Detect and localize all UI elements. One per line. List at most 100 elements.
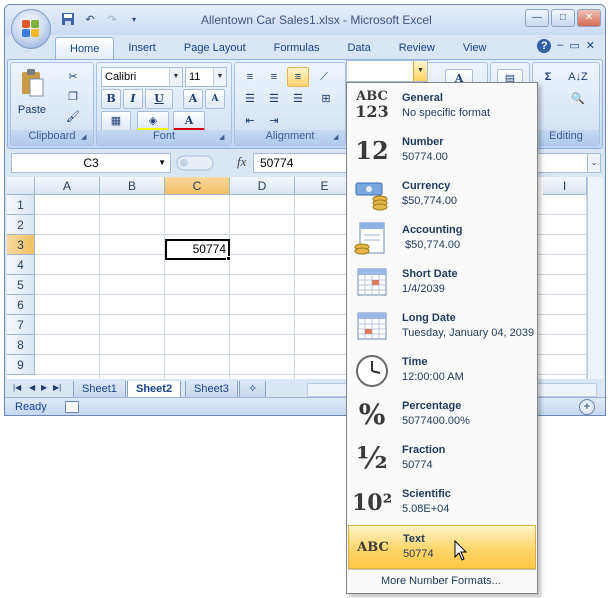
tab-page-layout[interactable]: Page Layout xyxy=(170,37,260,59)
increase-indent-icon[interactable]: ⇥ xyxy=(263,111,285,131)
gridline xyxy=(164,195,165,379)
vertical-scrollbar[interactable] xyxy=(587,177,603,379)
find-select-icon[interactable]: 🔍 xyxy=(563,89,593,109)
align-top-icon[interactable]: ≡ xyxy=(239,67,261,87)
name-box[interactable]: C3 ▼ xyxy=(11,153,171,173)
prev-sheet-icon[interactable]: ◀ xyxy=(29,383,35,392)
select-all-button[interactable] xyxy=(7,177,35,195)
tab-review[interactable]: Review xyxy=(385,37,449,59)
chevron-down-icon[interactable]: ▼ xyxy=(169,68,182,86)
insert-function-icon[interactable]: fx xyxy=(237,154,246,170)
macro-recording-icon[interactable] xyxy=(65,401,79,413)
paste-button[interactable]: Paste xyxy=(15,65,49,123)
tab-data[interactable]: Data xyxy=(333,37,384,59)
column-header-i[interactable]: I xyxy=(543,177,587,195)
redo-icon[interactable]: ↷ xyxy=(103,12,121,28)
insert-sheet-icon[interactable]: ✧ xyxy=(239,381,267,398)
tab-formulas[interactable]: Formulas xyxy=(260,37,334,59)
last-sheet-icon[interactable]: ▶| xyxy=(53,383,61,392)
row-header-8[interactable]: 8 xyxy=(7,335,35,355)
alignment-launcher-icon[interactable]: ◢ xyxy=(333,133,343,143)
align-center-icon[interactable]: ☰ xyxy=(263,89,285,109)
align-bottom-icon[interactable]: ≡ xyxy=(287,67,309,87)
autosum-icon[interactable]: Σ xyxy=(537,67,559,87)
merge-center-icon[interactable]: ⊞ xyxy=(313,89,339,109)
active-cell-c3[interactable]: 50774 xyxy=(165,239,230,260)
column-header-d[interactable]: D xyxy=(230,177,295,195)
office-logo-icon xyxy=(22,20,40,38)
maximize-button[interactable]: □ xyxy=(551,9,575,27)
office-button[interactable] xyxy=(11,9,51,49)
sheet-tab-sheet2[interactable]: Sheet2 xyxy=(127,381,182,398)
format-item-currency[interactable]: Currency $50,774.00 xyxy=(348,173,536,217)
cut-icon[interactable]: ✂ xyxy=(61,67,85,87)
sort-filter-icon[interactable]: A↓Z xyxy=(563,67,593,87)
customize-qat-icon[interactable]: ▾ xyxy=(125,12,143,28)
column-header-a[interactable]: A xyxy=(35,177,100,195)
format-item-number[interactable]: 12 Number 50774.00 xyxy=(348,129,536,173)
fill-color-icon[interactable]: ◈ xyxy=(137,111,169,131)
fill-handle[interactable] xyxy=(226,256,231,261)
row-header-7[interactable]: 7 xyxy=(7,315,35,335)
format-item-time[interactable]: Time 12:00:00 AM xyxy=(348,349,536,393)
row-header-2[interactable]: 2 xyxy=(7,215,35,235)
font-launcher-icon[interactable]: ◢ xyxy=(219,133,229,143)
grow-font-button[interactable]: A xyxy=(183,89,203,109)
more-number-formats-link[interactable]: More Number Formats... xyxy=(381,575,501,587)
format-item-fraction[interactable]: ½ Fraction 50774 xyxy=(348,437,536,481)
tab-insert[interactable]: Insert xyxy=(114,37,170,59)
decrease-indent-icon[interactable]: ⇤ xyxy=(239,111,261,131)
font-name-combo[interactable]: Calibri ▼ xyxy=(101,67,183,87)
workbook-close-button[interactable]: ✕ xyxy=(586,39,595,53)
tab-view[interactable]: View xyxy=(449,37,501,59)
format-item-scientific[interactable]: 10² Scientific 5.08E+04 xyxy=(348,481,536,525)
bold-button[interactable]: B xyxy=(101,89,121,109)
tab-home[interactable]: Home xyxy=(55,37,115,59)
sheet-tab-sheet3[interactable]: Sheet3 xyxy=(185,381,238,398)
expand-formula-bar-icon[interactable]: ⌄ xyxy=(587,153,601,173)
row-header-5[interactable]: 5 xyxy=(7,275,35,295)
row-header-6[interactable]: 6 xyxy=(7,295,35,315)
formula-divider-icon[interactable] xyxy=(175,153,215,173)
next-sheet-icon[interactable]: ▶ xyxy=(41,383,47,392)
format-item-percentage[interactable]: % Percentage 5077400.00% xyxy=(348,393,536,437)
zoom-in-icon[interactable]: + xyxy=(579,399,595,415)
format-item-text[interactable]: ABC Text 50774 xyxy=(348,525,536,569)
close-button[interactable]: ✕ xyxy=(577,9,601,27)
workbook-minimize-button[interactable]: – xyxy=(557,39,563,53)
clipboard-launcher-icon[interactable]: ◢ xyxy=(81,133,91,143)
sheet-tab-sheet1[interactable]: Sheet1 xyxy=(73,381,126,398)
align-right-icon[interactable]: ☰ xyxy=(287,89,309,109)
copy-icon[interactable]: ❐ xyxy=(61,87,85,107)
align-middle-icon[interactable]: ≡ xyxy=(263,67,285,87)
chevron-down-icon[interactable]: ▼ xyxy=(413,61,427,81)
number-format-combo[interactable]: ▼ xyxy=(346,60,428,82)
format-item-short-date[interactable]: Short Date 1/4/2039 xyxy=(348,261,536,305)
save-icon[interactable] xyxy=(59,12,77,28)
font-size-combo[interactable]: 11 ▼ xyxy=(185,67,227,87)
format-item-accounting[interactable]: Accounting $50,774.00 xyxy=(348,217,536,261)
font-color-icon[interactable]: A xyxy=(173,111,205,131)
align-left-icon[interactable]: ☰ xyxy=(239,89,261,109)
first-sheet-icon[interactable]: |◀ xyxy=(13,383,21,392)
minimize-button[interactable]: — xyxy=(525,9,549,27)
workbook-restore-button[interactable]: ▭ xyxy=(569,39,579,53)
row-header-4[interactable]: 4 xyxy=(7,255,35,275)
chevron-down-icon[interactable]: ▼ xyxy=(213,68,226,86)
underline-button[interactable]: U xyxy=(145,89,173,109)
italic-button[interactable]: I xyxy=(123,89,143,109)
help-icon[interactable]: ? xyxy=(537,39,552,53)
borders-icon[interactable]: ▦ xyxy=(101,111,131,131)
format-item-long-date[interactable]: Long Date Tuesday, January 04, 2039 xyxy=(348,305,536,349)
column-header-c[interactable]: C xyxy=(165,177,230,195)
row-header-3[interactable]: 3 xyxy=(7,235,35,255)
format-painter-icon[interactable]: 🖌 xyxy=(61,107,85,127)
shrink-font-button[interactable]: A xyxy=(205,89,225,109)
row-header-1[interactable]: 1 xyxy=(7,195,35,215)
row-header-9[interactable]: 9 xyxy=(7,355,35,375)
undo-icon[interactable]: ↶ xyxy=(81,12,99,28)
chevron-down-icon[interactable]: ▼ xyxy=(158,154,166,172)
orientation-icon[interactable]: ⟋ xyxy=(313,67,335,87)
column-header-b[interactable]: B xyxy=(100,177,165,195)
format-item-general[interactable]: ABC 123 General No specific format xyxy=(348,85,536,129)
